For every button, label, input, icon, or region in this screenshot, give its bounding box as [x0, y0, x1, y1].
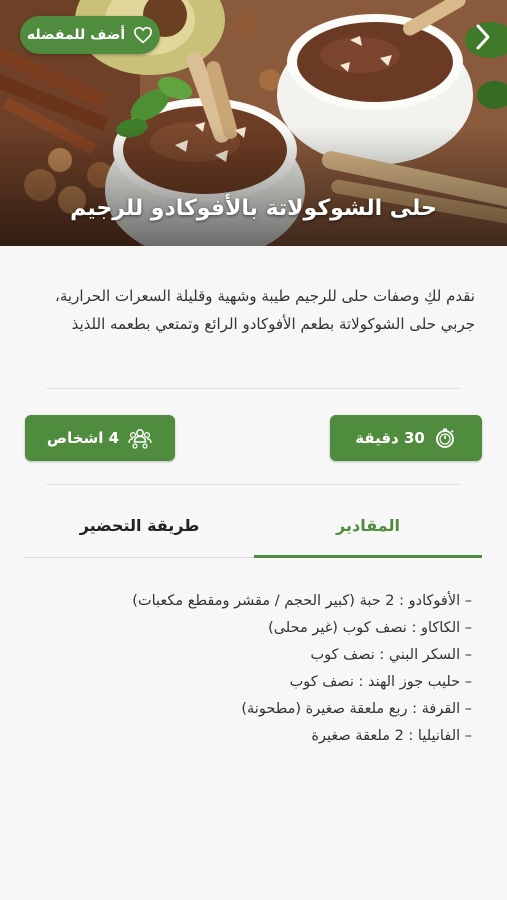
- list-item: – الكاكاو : نصف كوب (غير محلى): [268, 620, 472, 636]
- chevron-right-icon[interactable]: [473, 22, 493, 52]
- prep-time-badge[interactable]: 30 دقيقة: [330, 415, 482, 461]
- recipe-description: نقدم لكِ وصفات حلى للرجيم طيبة وشهية وقل…: [55, 287, 475, 333]
- heart-outline-icon: [134, 26, 153, 44]
- recipe-title: حلى الشوكولاتة بالأفوكادو للرجيم: [70, 196, 437, 221]
- list-item: – حليب جوز الهند : نصف كوب: [289, 674, 472, 690]
- add-to-favorites-label: أضف للمفضله: [26, 27, 126, 43]
- prep-time-label: 30 دقيقة: [355, 429, 425, 447]
- list-item: – القرفة : ربع ملعقة صغيرة (مطحونة): [241, 701, 472, 717]
- hero-gradient: [0, 126, 507, 246]
- servings-badge[interactable]: 4 اشخاص: [25, 415, 175, 461]
- divider: [46, 484, 461, 485]
- list-item: – الأفوكادو : 2 حبة (كبير الحجم / مقشر و…: [132, 593, 472, 609]
- list-item: – السكر البني : نصف كوب: [310, 647, 472, 663]
- tab-ingredients[interactable]: المقادير: [254, 516, 482, 542]
- tab-preparation-method[interactable]: طريقة التحضير: [25, 516, 254, 542]
- servings-label: 4 اشخاص: [46, 429, 120, 447]
- active-tab-indicator: [254, 555, 482, 558]
- divider: [46, 388, 461, 389]
- recipe-hero-image: حلى الشوكولاتة بالأفوكادو للرجيم أضف للم…: [0, 0, 507, 246]
- list-item: – الفانيليا : 2 ملعقة صغيرة: [311, 728, 472, 744]
- ingredients-list: – الأفوكادو : 2 حبة (كبير الحجم / مقشر و…: [60, 588, 472, 750]
- people-group-icon: [128, 429, 152, 449]
- stopwatch-icon: [435, 428, 454, 448]
- add-to-favorites-button[interactable]: أضف للمفضله: [20, 16, 160, 54]
